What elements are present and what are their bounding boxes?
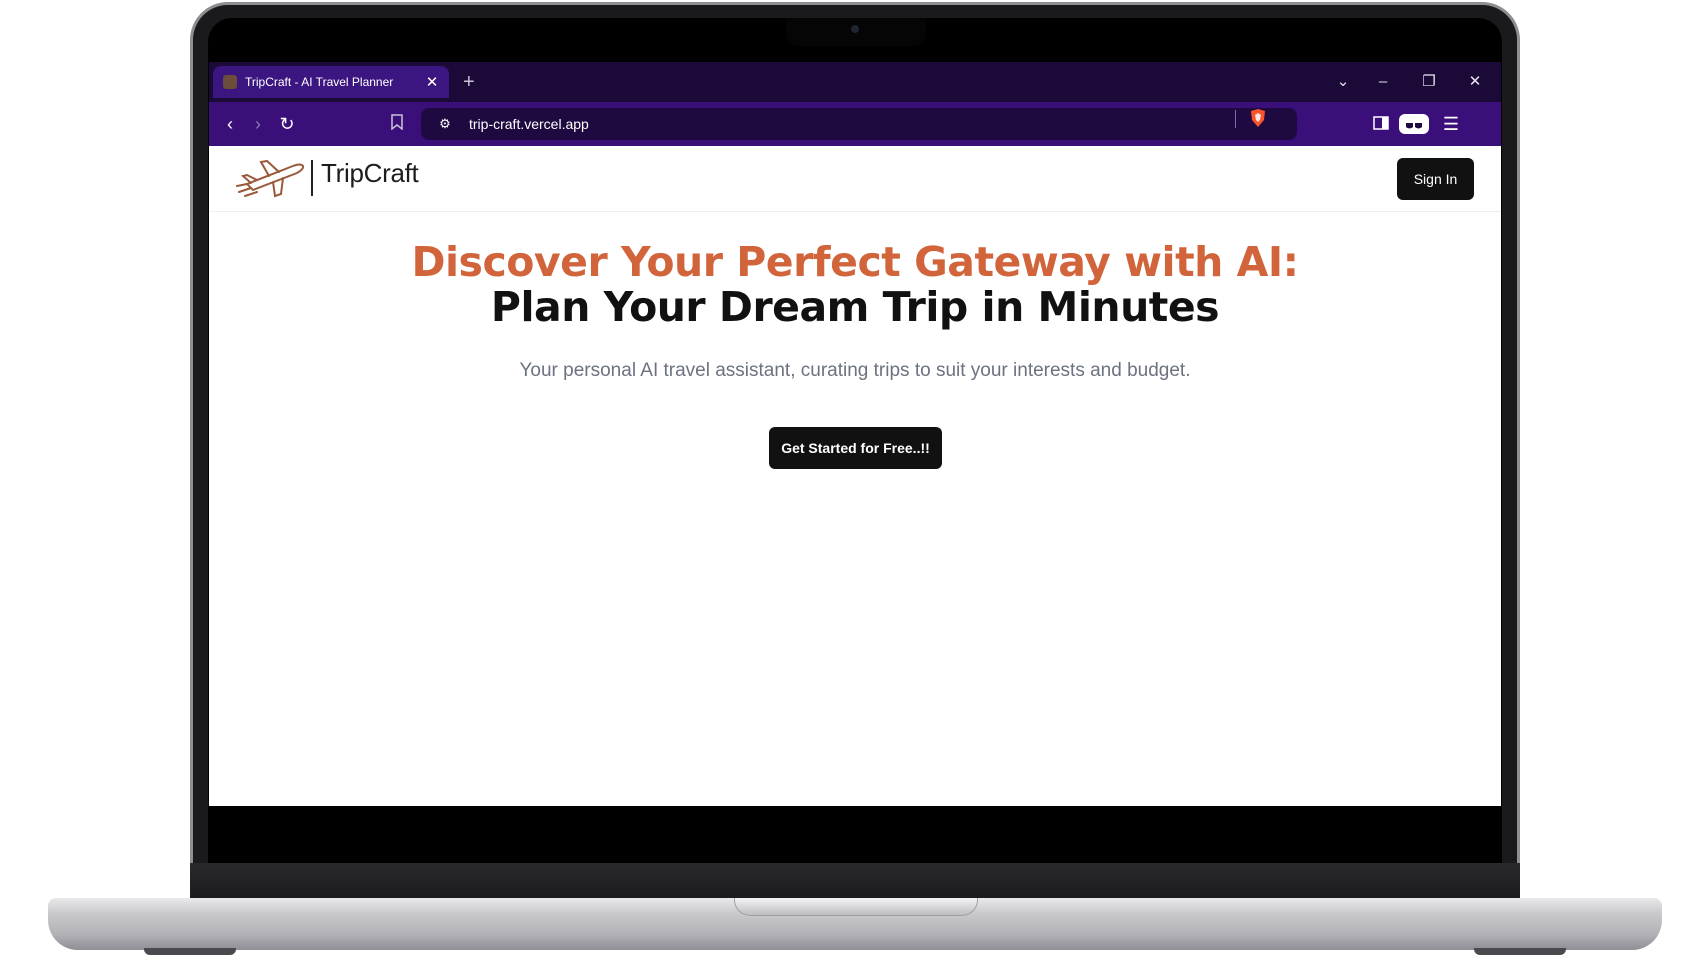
tab-strip: TripCraft - AI Travel Planner ✕ + ⌄ – ❐ …	[209, 62, 1501, 102]
laptop-hinge-notch	[734, 898, 978, 916]
sign-in-button[interactable]: Sign In	[1397, 158, 1474, 200]
hero-subheadline: Your personal AI travel assistant, curat…	[519, 360, 1191, 381]
webpage: TripCraft Sign In Discover Your Perfect …	[209, 146, 1501, 806]
get-started-button[interactable]: Get Started for Free..!!	[769, 427, 942, 469]
tab-active[interactable]: TripCraft - AI Travel Planner ✕	[213, 66, 449, 98]
brand-name[interactable]: TripCraft	[321, 158, 419, 189]
menu-icon[interactable]: ☰	[1439, 112, 1463, 136]
address-bar[interactable]: ⚙ trip-craft.vercel.app	[421, 108, 1297, 140]
reload-icon[interactable]: ↻	[275, 112, 299, 136]
logo-divider	[311, 160, 313, 196]
device-mockup: TripCraft - AI Travel Planner ✕ + ⌄ – ❐ …	[0, 0, 1708, 960]
wallet-icon[interactable]	[1399, 114, 1429, 134]
airplane-logo-icon[interactable]	[235, 156, 309, 200]
screen-bottom-bezel	[209, 806, 1501, 863]
laptop-foot-left	[144, 948, 236, 955]
favicon-icon	[223, 75, 237, 89]
hero-headline: Plan Your Dream Trip in Minutes	[490, 283, 1220, 331]
brave-shield-icon[interactable]	[1249, 108, 1267, 128]
restore-icon[interactable]: ❐	[1417, 70, 1441, 94]
tab-title: TripCraft - AI Travel Planner	[245, 75, 394, 89]
browser-window: TripCraft - AI Travel Planner ✕ + ⌄ – ❐ …	[209, 62, 1501, 806]
tab-list-icon[interactable]: ⌄	[1331, 70, 1355, 94]
laptop-lid-edge	[190, 863, 1520, 901]
forward-icon[interactable]: ›	[246, 112, 270, 136]
url-text[interactable]: trip-craft.vercel.app	[469, 116, 589, 132]
tab-close-icon[interactable]: ✕	[425, 73, 439, 91]
minimize-icon[interactable]: –	[1371, 70, 1395, 94]
close-icon[interactable]: ✕	[1463, 70, 1487, 94]
camera-icon	[851, 25, 859, 33]
bookmark-icon[interactable]	[385, 112, 409, 136]
new-tab-icon[interactable]: +	[463, 70, 475, 94]
laptop-foot-right	[1474, 948, 1566, 955]
site-header: TripCraft Sign In	[209, 146, 1501, 212]
divider	[1235, 110, 1236, 128]
sidebar-icon[interactable]	[1369, 112, 1393, 136]
hero-headline-accent: Discover Your Perfect Gateway with AI:	[411, 238, 1299, 286]
browser-toolbar: ‹ › ↻ ⚙ trip-craft.vercel.app ☰	[209, 102, 1501, 146]
site-settings-icon[interactable]: ⚙	[435, 114, 455, 134]
back-icon[interactable]: ‹	[218, 112, 242, 136]
